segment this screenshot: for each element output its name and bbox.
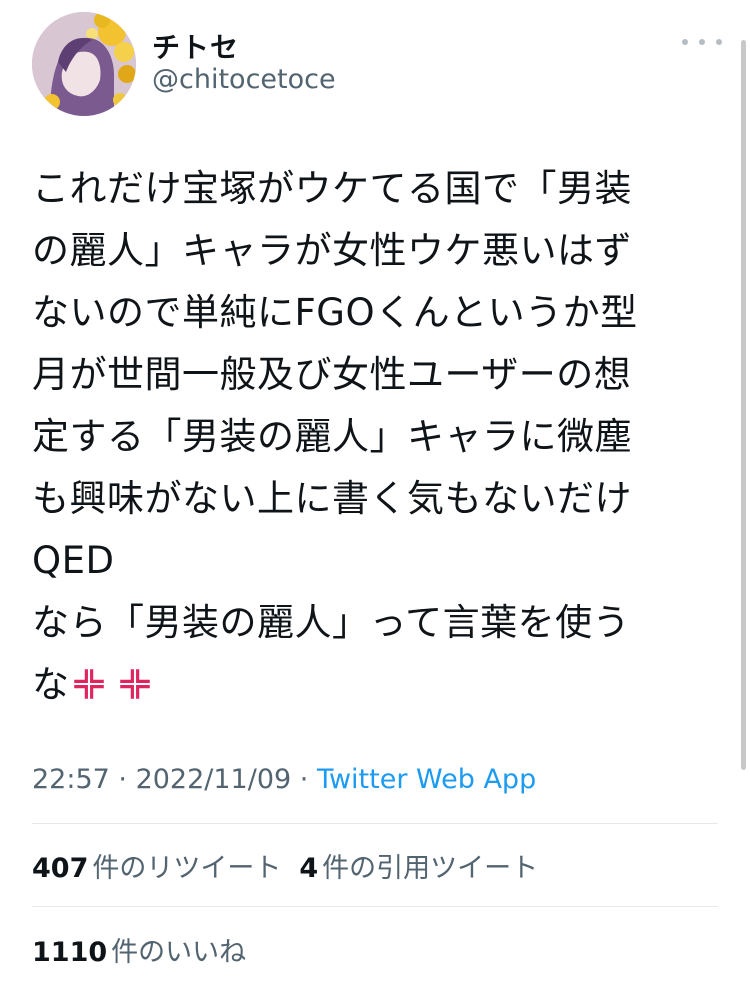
- more-dot-icon: [699, 39, 705, 45]
- tweet-line: ないので単純にFGOくんというか型: [32, 291, 638, 334]
- avatar-illustration: [32, 12, 136, 116]
- likes-stat[interactable]: 1110 件のいいね: [32, 937, 246, 968]
- more-dot-icon: [682, 39, 688, 45]
- display-name[interactable]: チトセ: [152, 26, 239, 66]
- likes-stats-row: 1110 件のいいね: [32, 930, 264, 969]
- tweet-line-last: な: [32, 654, 722, 716]
- tweet-source-link[interactable]: Twitter Web App: [317, 764, 536, 795]
- tweet-line: の麗人」キャラが女性ウケ悪いはず: [32, 229, 632, 272]
- tweet-line: なら「男装の麗人」って言葉を使う: [32, 601, 631, 644]
- tweet-meta: 22:57 · 2022/11/09 · Twitter Web App: [32, 764, 536, 795]
- more-dot-icon: [716, 39, 722, 45]
- username-handle[interactable]: @chitocetoce: [152, 64, 336, 95]
- retweets-stat[interactable]: 407 件のリツイート: [32, 853, 281, 884]
- anger-symbol-icon: [73, 669, 104, 699]
- tweet-line: QED: [32, 539, 115, 582]
- divider: [32, 906, 718, 907]
- tweet-detail-page: チトセ @chitocetoce これだけ宝塚がウケてる国で「男装 の麗人」キャラ…: [0, 0, 750, 981]
- likes-count: 1110: [32, 937, 108, 968]
- meta-separator: ·: [291, 764, 317, 795]
- likes-label: 件のいいね: [111, 937, 247, 968]
- tweet-time[interactable]: 22:57: [32, 764, 110, 795]
- divider: [32, 823, 718, 824]
- tweet-line: 定する「男装の麗人」キャラに微塵: [32, 415, 632, 458]
- meta-separator: ·: [109, 764, 136, 795]
- tweet-text: これだけ宝塚がウケてる国で「男装 の麗人」キャラが女性ウケ悪いはず ないので単純にF…: [32, 158, 722, 716]
- tweet-line: も興味がない上に書く気もないだけ: [32, 477, 632, 520]
- retweets-count: 407: [32, 853, 89, 884]
- avatar[interactable]: [32, 12, 136, 116]
- more-options-button[interactable]: [682, 30, 722, 54]
- scrollbar[interactable]: [741, 40, 746, 770]
- tweet-date[interactable]: 2022/11/09: [136, 764, 292, 795]
- quotes-label: 件の引用ツイート: [322, 853, 539, 884]
- tweet-line: な: [32, 663, 70, 706]
- quotes-count: 4: [299, 853, 319, 884]
- anger-symbol-icon: [119, 669, 150, 699]
- tweet-line: 月が世間一般及び女性ユーザーの想: [32, 353, 632, 396]
- tweet-line: これだけ宝塚がウケてる国で「男装: [32, 167, 632, 210]
- retweets-label: 件のリツイート: [92, 853, 282, 884]
- quotes-stat[interactable]: 4 件の引用ツイート: [299, 853, 538, 884]
- retweet-stats-row: 407 件のリツイート 4 件の引用ツイート: [32, 846, 556, 885]
